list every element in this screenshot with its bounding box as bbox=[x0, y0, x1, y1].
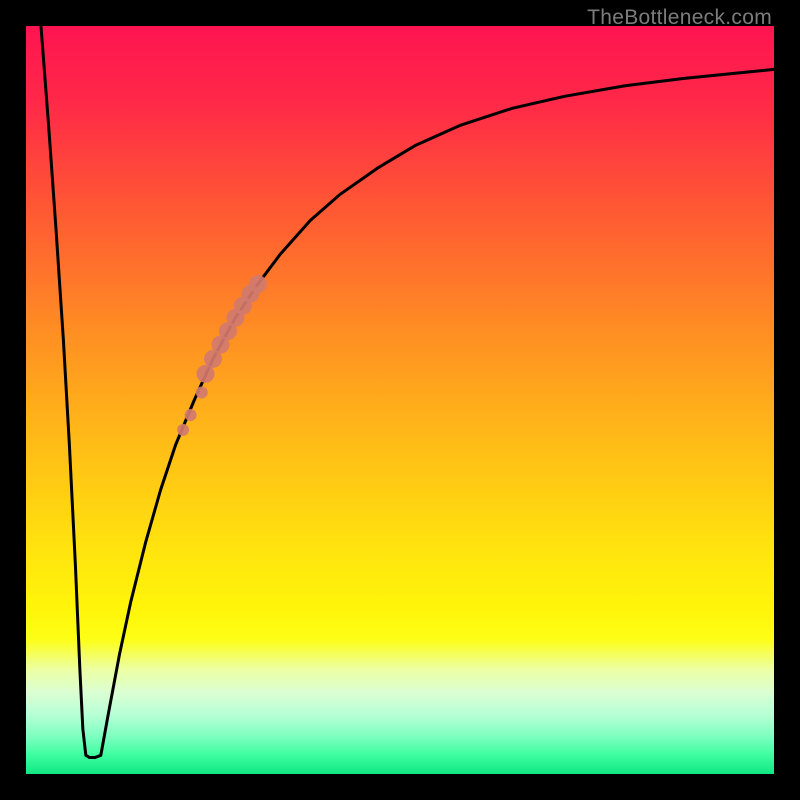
highlight-markers bbox=[177, 275, 267, 436]
chart-overlay bbox=[26, 26, 774, 774]
plot-area bbox=[26, 26, 774, 774]
curve bbox=[41, 26, 774, 758]
chart-container: TheBottleneck.com bbox=[0, 0, 800, 800]
watermark-text: TheBottleneck.com bbox=[587, 6, 772, 30]
